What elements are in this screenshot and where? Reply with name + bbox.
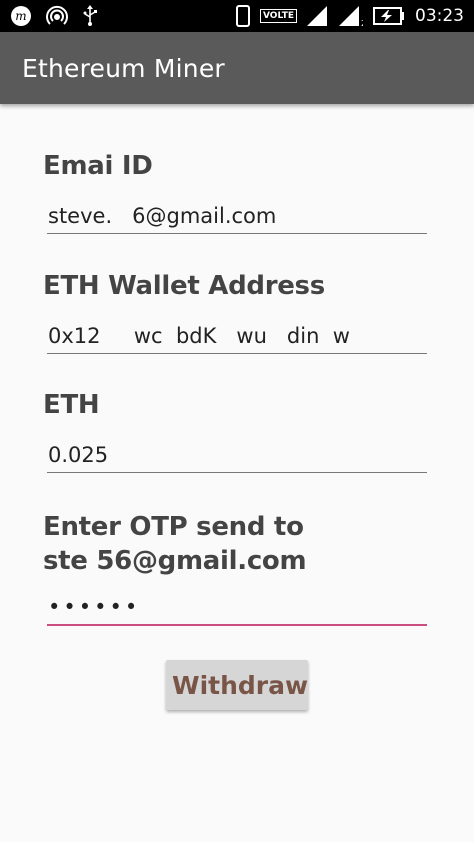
usb-icon xyxy=(82,5,98,27)
status-left-icons: m xyxy=(10,5,98,27)
status-bar: m VOLTE 03:23 xyxy=(0,0,474,32)
email-field[interactable] xyxy=(47,198,427,234)
withdraw-button[interactable]: Withdraw xyxy=(166,660,308,710)
eth-label: ETH xyxy=(43,390,100,420)
otp-label-line2: ste 56@gmail.com xyxy=(43,546,307,576)
wallet-address-field[interactable] xyxy=(47,318,427,354)
hotspot-icon xyxy=(46,5,68,27)
app-title: Ethereum Miner xyxy=(22,53,225,83)
status-time: 03:23 xyxy=(415,6,464,26)
otp-label: Enter OTP send to ste 56@gmail.com xyxy=(43,510,307,578)
app-bar: Ethereum Miner xyxy=(0,32,474,104)
signal-2-icon: 2 xyxy=(339,6,363,26)
status-right-icons: VOLTE 2 03:23 xyxy=(236,5,464,27)
otp-field[interactable] xyxy=(47,590,427,626)
wallet-label: ETH Wallet Address xyxy=(43,271,325,301)
battery-charging-icon xyxy=(373,7,405,25)
volte-badge: VOLTE xyxy=(260,9,297,23)
email-label: Emai ID xyxy=(43,151,153,181)
phone-icon xyxy=(236,5,250,27)
eth-amount-field[interactable] xyxy=(47,437,427,473)
svg-text:2: 2 xyxy=(361,19,363,26)
svg-text:m: m xyxy=(15,9,26,23)
m-app-icon: m xyxy=(10,5,32,27)
signal-icon xyxy=(307,6,329,26)
otp-label-line1: Enter OTP send to xyxy=(43,512,304,542)
